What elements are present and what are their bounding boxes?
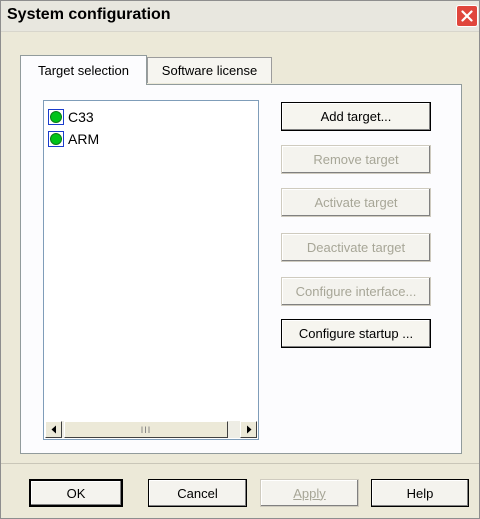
tab-label: Target selection [37, 63, 130, 78]
system-configuration-dialog: System configuration Target selection So… [0, 0, 480, 519]
ok-button[interactable]: OK [29, 479, 123, 507]
scroll-right-button[interactable] [240, 421, 257, 438]
button-label: Cancel [177, 485, 218, 501]
dialog-title: System configuration [7, 6, 171, 23]
scroll-left-button[interactable] [45, 421, 62, 438]
close-button[interactable] [456, 5, 478, 27]
tab-target-selection[interactable]: Target selection [20, 55, 147, 85]
target-label: C33 [68, 109, 94, 125]
arrow-right-icon [246, 425, 251, 434]
button-label: Apply [293, 485, 326, 501]
list-item[interactable]: ARM [48, 130, 99, 148]
button-label: Configure interface... [295, 284, 417, 299]
tab-software-license[interactable]: Software license [147, 57, 272, 83]
remove-target-button[interactable]: Remove target [281, 145, 431, 174]
help-button[interactable]: Help [371, 479, 469, 507]
scroll-thumb[interactable]: III [64, 421, 228, 438]
button-label: Configure startup ... [298, 326, 414, 341]
active-status-icon [50, 133, 62, 145]
footer-separator [1, 463, 479, 464]
scroll-thumb-grip: III [140, 424, 152, 435]
deactivate-target-button[interactable]: Deactivate target [281, 233, 431, 262]
add-target-button[interactable]: Add target... [281, 102, 431, 131]
apply-button[interactable]: Apply [260, 479, 359, 507]
configure-interface-button[interactable]: Configure interface... [281, 277, 431, 306]
status-indicator [48, 131, 64, 147]
horizontal-scrollbar[interactable]: III [45, 421, 257, 438]
tab-label: Software license [161, 63, 258, 78]
close-icon [461, 10, 473, 22]
configure-startup-button[interactable]: Configure startup ... [281, 319, 431, 348]
button-label: Activate target [314, 195, 398, 210]
button-label: Remove target [313, 152, 399, 167]
title-bar[interactable]: System configuration [1, 1, 479, 32]
button-label: Add target... [320, 109, 392, 124]
target-label: ARM [68, 131, 100, 147]
status-indicator [48, 109, 64, 125]
target-listbox[interactable]: C33 ARM III [43, 100, 259, 440]
cancel-button[interactable]: Cancel [148, 479, 247, 507]
activate-target-button[interactable]: Activate target [281, 188, 431, 217]
arrow-left-icon [51, 425, 56, 434]
list-item[interactable]: C33 [48, 108, 94, 126]
button-label: Help [406, 485, 434, 501]
button-label: Deactivate target [306, 240, 406, 255]
active-status-icon [50, 111, 62, 123]
button-label: OK [66, 485, 86, 501]
